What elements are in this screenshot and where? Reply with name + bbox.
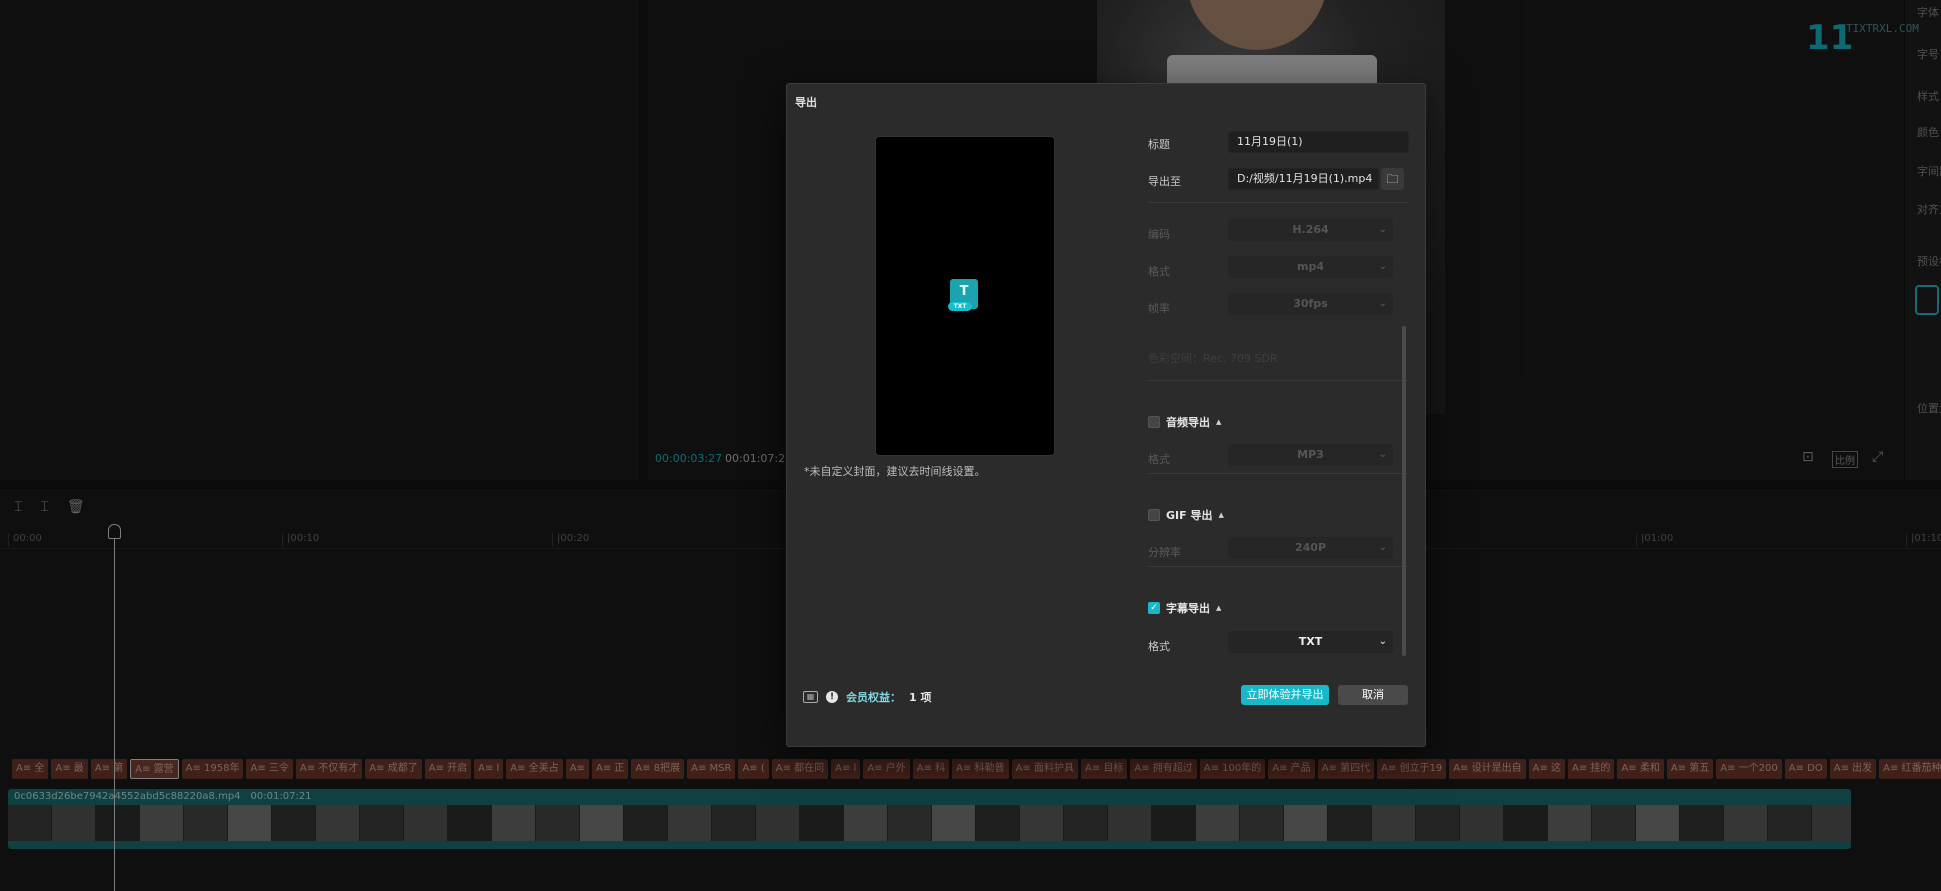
txt-icon-letter: T — [959, 284, 969, 299]
format-select: mp4 ⌄ — [1228, 256, 1393, 278]
divider — [1148, 202, 1408, 203]
info-icon: ! — [826, 691, 838, 703]
audio-export-toggle[interactable]: 音频导出 ▲ — [1148, 414, 1221, 430]
txt-icon-tag: TXT — [948, 302, 972, 311]
member-benefits[interactable]: ▦ ! 会员权益： 1 项 — [803, 689, 931, 705]
audio-export-label: 音频导出 — [1166, 416, 1210, 429]
film-icon: ▦ — [803, 691, 818, 703]
caret-up-icon[interactable]: ▲ — [1216, 418, 1221, 426]
subtitle-format-value: TXT — [1298, 635, 1323, 648]
audio-export-checkbox[interactable] — [1148, 416, 1160, 428]
subtitle-export-label: 字幕导出 — [1166, 602, 1210, 615]
dialog-title: 导出 — [795, 96, 817, 109]
audio-format-label: 格式 — [1148, 453, 1170, 466]
gif-export-toggle[interactable]: GIF 导出 ▲ — [1148, 507, 1224, 523]
gif-export-label: GIF 导出 — [1166, 509, 1213, 522]
gif-export-checkbox[interactable] — [1148, 509, 1160, 521]
export-to-label: 导出至 — [1148, 175, 1181, 188]
format-value: mp4 — [1297, 260, 1324, 273]
divider — [1148, 566, 1408, 567]
codec-value: H.264 — [1292, 223, 1329, 236]
cancel-button[interactable]: 取消 — [1338, 685, 1408, 705]
subtitle-format-select[interactable]: TXT ⌄ — [1228, 631, 1393, 653]
chevron-down-icon: ⌄ — [1378, 298, 1387, 309]
chevron-down-icon: ⌄ — [1378, 636, 1387, 647]
try-and-export-button[interactable]: 立即体验并导出 — [1241, 685, 1329, 705]
gif-resolution-label: 分辨率 — [1148, 546, 1181, 559]
caret-up-icon[interactable]: ▲ — [1216, 604, 1221, 612]
member-benefits-label: 会员权益： — [846, 691, 901, 704]
subtitle-format-label: 格式 — [1148, 640, 1170, 653]
txt-file-icon: T TXT — [948, 279, 978, 311]
gif-resolution-value: 240P — [1294, 541, 1327, 554]
chevron-down-icon: ⌄ — [1378, 224, 1387, 235]
gif-resolution-select: 240P ⌄ — [1228, 537, 1393, 559]
color-space-info: 色彩空间：Rec. 709 SDR — [1148, 352, 1278, 365]
framerate-label: 帧率 — [1148, 302, 1170, 315]
framerate-select: 30fps ⌄ — [1228, 293, 1393, 315]
settings-scrollbar[interactable] — [1402, 326, 1406, 656]
chevron-down-icon: ⌄ — [1378, 449, 1387, 460]
title-label: 标题 — [1148, 138, 1170, 151]
framerate-value: 30fps — [1293, 297, 1328, 310]
member-benefits-count: 1 项 — [909, 691, 932, 704]
audio-format-select: MP3 ⌄ — [1228, 444, 1393, 466]
caret-up-icon[interactable]: ▲ — [1218, 511, 1223, 519]
subtitle-export-toggle[interactable]: ✓ 字幕导出 ▲ — [1148, 600, 1221, 616]
divider — [1148, 473, 1408, 474]
codec-label: 编码 — [1148, 228, 1170, 241]
chevron-down-icon: ⌄ — [1378, 261, 1387, 272]
folder-icon[interactable]: 🗀 — [1381, 168, 1404, 190]
codec-select: H.264 ⌄ — [1228, 219, 1393, 241]
title-input[interactable]: 11月19日(1) — [1228, 131, 1409, 153]
divider — [1148, 380, 1408, 381]
export-path-input[interactable]: D:/视频/11月19日(1).mp4 — [1228, 168, 1379, 190]
app-window: 00:00:03:27 00:01:07:21 ⊡ 比例 ⤢ 字体 字号 样式 … — [0, 0, 1941, 891]
cover-preview: T TXT — [875, 136, 1055, 456]
audio-format-value: MP3 — [1297, 448, 1324, 461]
cover-hint: *未自定义封面，建议去时间线设置。 — [804, 465, 986, 478]
subtitle-export-checkbox[interactable]: ✓ — [1148, 602, 1160, 614]
format-label: 格式 — [1148, 265, 1170, 278]
export-dialog: 导出 T TXT *未自定义封面，建议去时间线设置。 标题 11月19日(1) … — [786, 83, 1426, 747]
chevron-down-icon: ⌄ — [1378, 542, 1387, 553]
